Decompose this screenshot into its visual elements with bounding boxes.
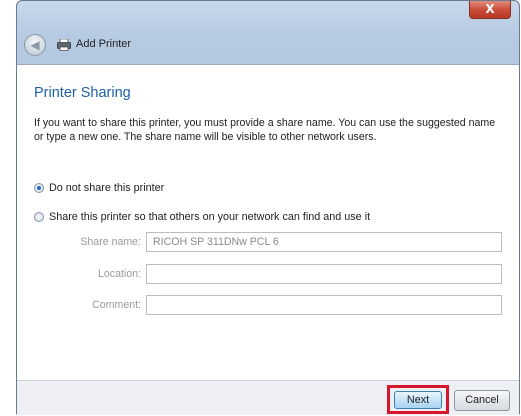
- back-arrow-icon: ◀: [30, 38, 40, 52]
- next-button[interactable]: Next: [394, 391, 442, 409]
- comment-label: Comment:: [92, 299, 141, 311]
- page-title: Printer Sharing: [34, 85, 131, 101]
- add-printer-window: X ◀ Add Printer Printer Sharing If you w…: [16, 0, 520, 415]
- radio-button-checked[interactable]: [34, 183, 44, 193]
- highlight-box: Next: [387, 385, 449, 414]
- page-description: If you want to share this printer, you m…: [34, 117, 496, 143]
- option-label: Do not share this printer: [49, 182, 165, 194]
- radio-button[interactable]: [34, 212, 44, 222]
- share-name-field[interactable]: RICOH SP 311DNw PCL 6: [146, 232, 502, 252]
- back-button[interactable]: ◀: [24, 34, 46, 56]
- location-field[interactable]: [146, 264, 502, 284]
- option-do-not-share[interactable]: Do not share this printer: [34, 182, 164, 194]
- option-share[interactable]: Share this printer so that others on you…: [34, 211, 370, 223]
- close-button[interactable]: X: [469, 1, 511, 19]
- comment-field[interactable]: [146, 295, 502, 315]
- cancel-button[interactable]: Cancel: [454, 390, 510, 411]
- printer-icon: [57, 39, 71, 51]
- share-name-label: Share name:: [80, 236, 141, 248]
- location-label: Location:: [98, 268, 141, 280]
- option-label: Share this printer so that others on you…: [49, 211, 371, 223]
- wizard-footer: Next Cancel: [17, 381, 519, 415]
- window-title: Add Printer: [76, 38, 132, 50]
- wizard-content: Printer Sharing If you want to share thi…: [17, 64, 519, 381]
